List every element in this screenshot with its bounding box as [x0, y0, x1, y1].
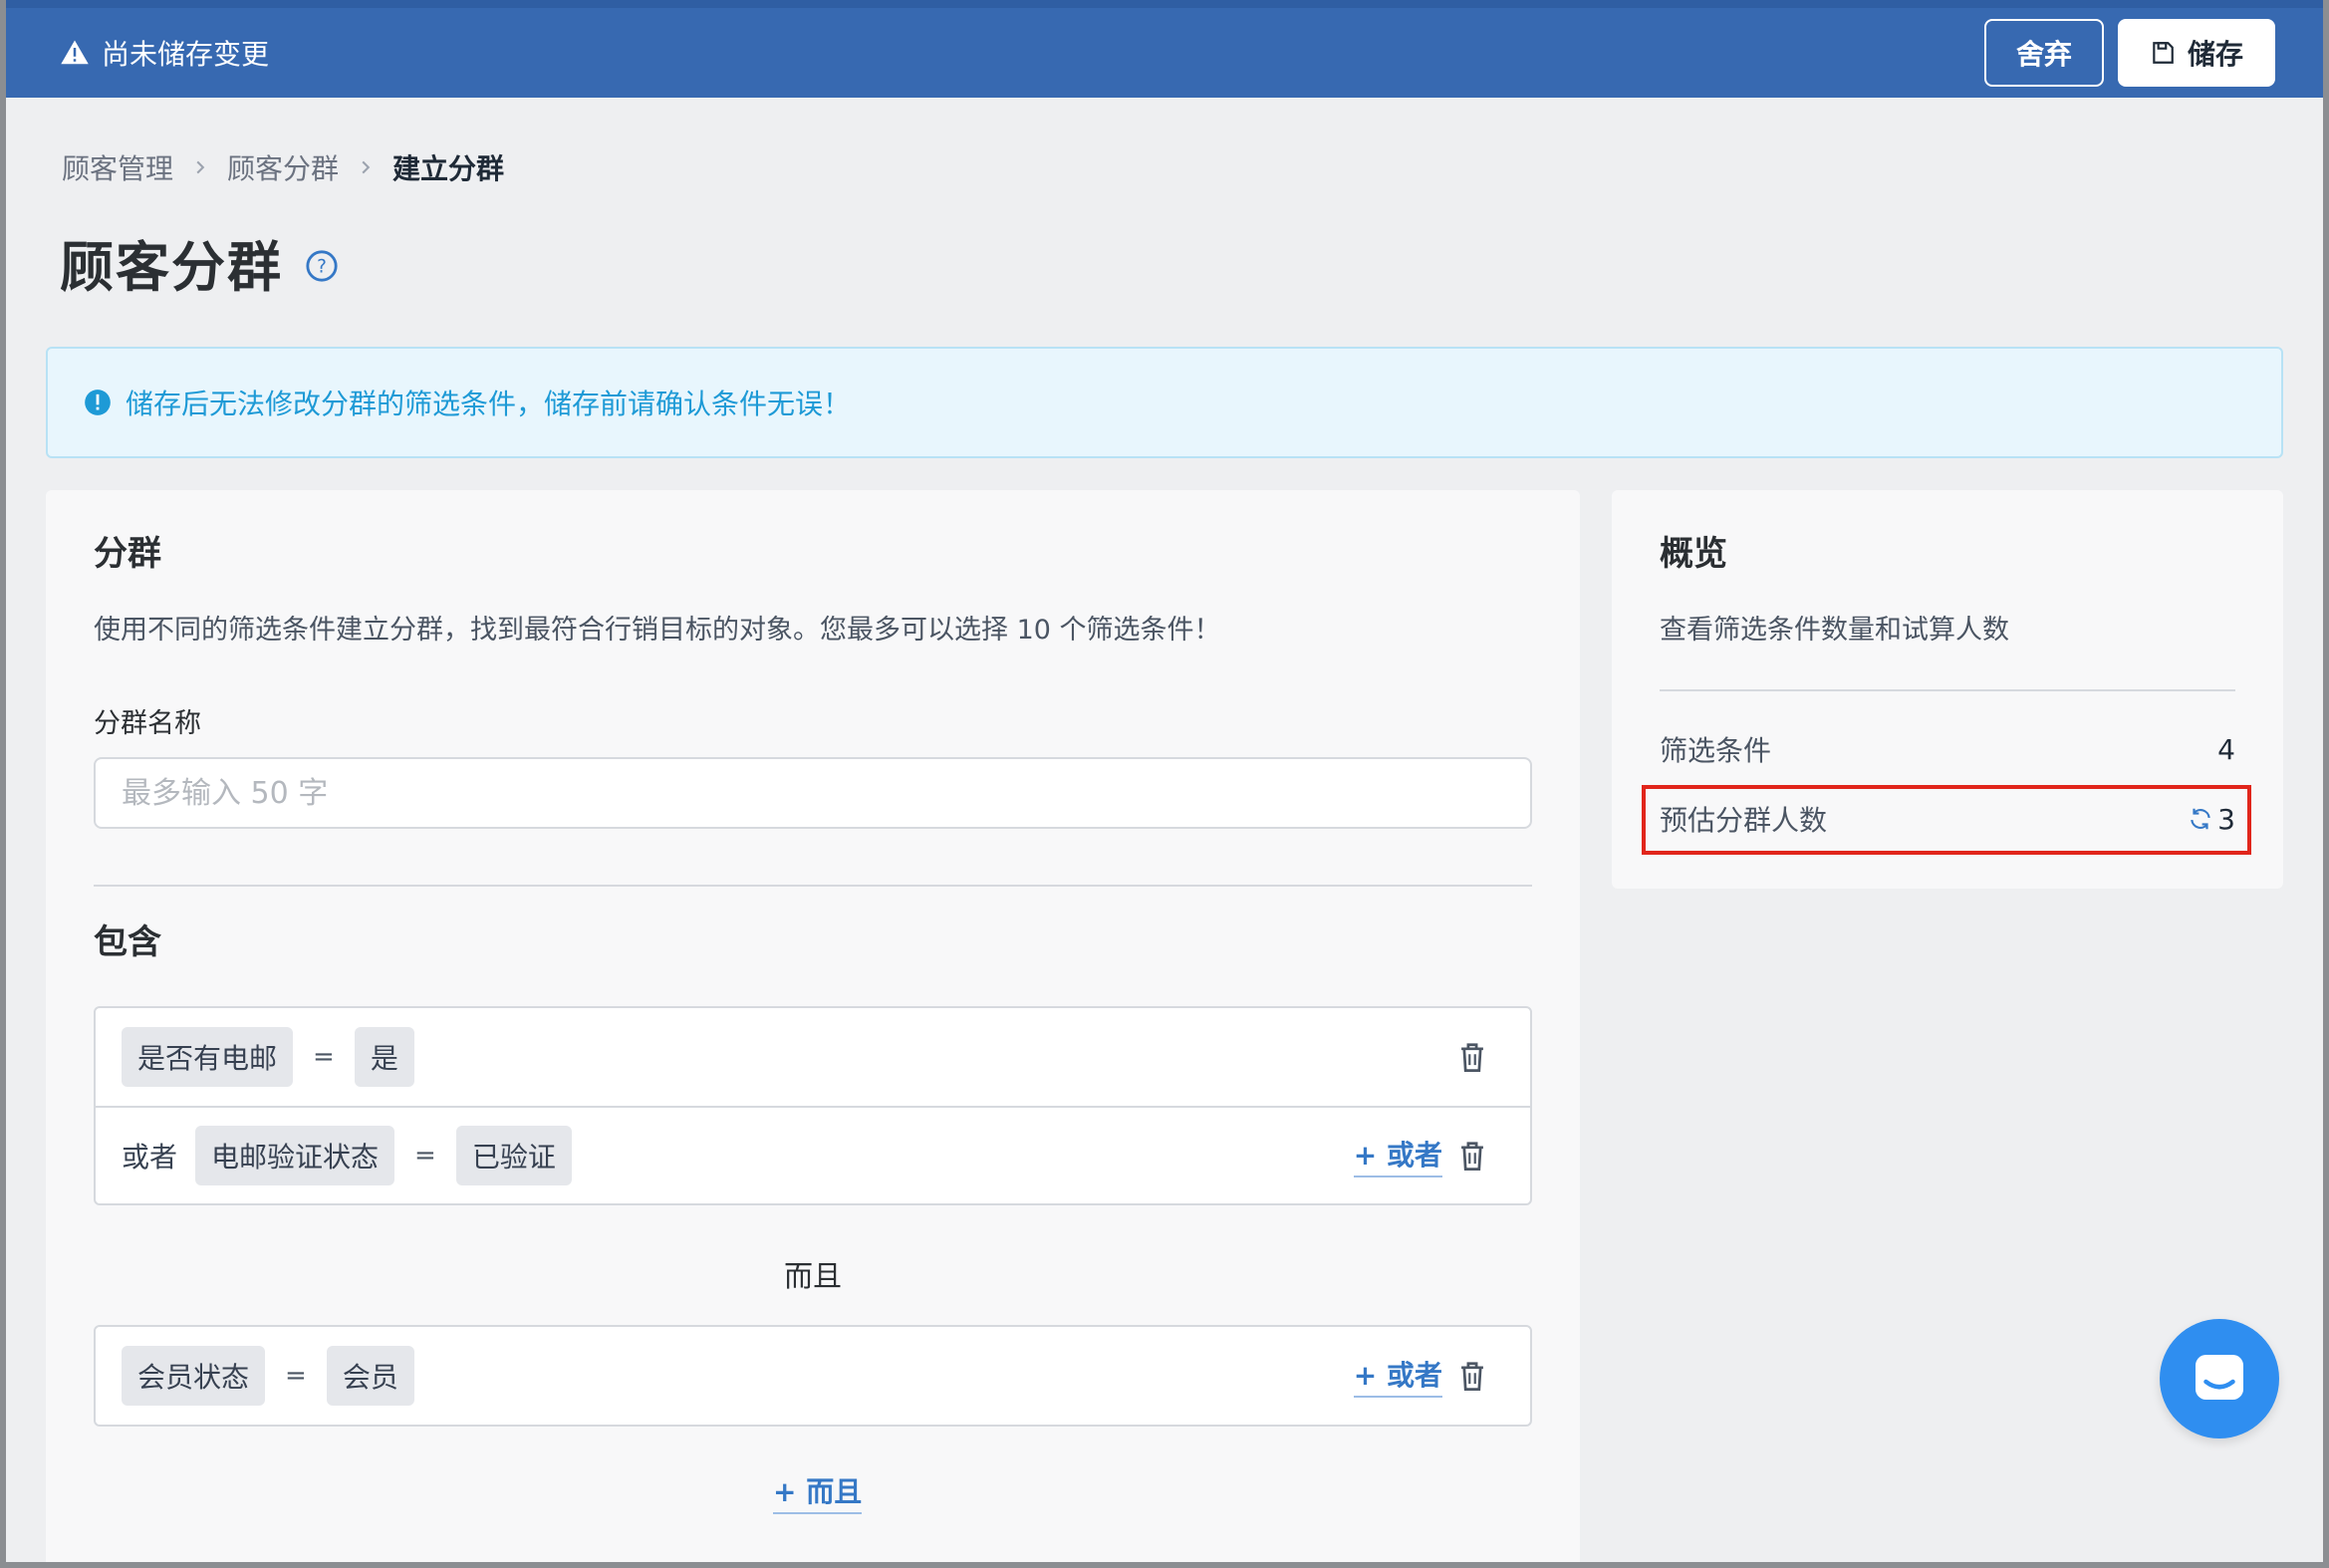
filter-count-label: 筛选条件	[1660, 734, 1772, 767]
banner-text: 储存后无法修改分群的筛选条件，储存前请确认条件无误！	[126, 388, 852, 420]
segment-title: 分群	[94, 534, 161, 574]
condition-group-1: 是否有电邮 = 是 或者 电邮验证状态 = 已验证 + 或者	[94, 1006, 1532, 1205]
page-title: 顾客分群	[60, 236, 283, 299]
chevron-right-icon	[196, 160, 205, 174]
include-title: 包含	[94, 922, 161, 962]
overview-title: 概览	[1660, 534, 1727, 574]
overview-description: 查看筛选条件数量和试算人数	[1660, 615, 2009, 646]
add-or-link[interactable]: + 或者	[1353, 1134, 1442, 1177]
overview-card: 概览 查看筛选条件数量和试算人数 筛选条件 4 预估分群人数 3	[1612, 490, 2283, 889]
trash-icon[interactable]	[1458, 1141, 1486, 1171]
condition-row: 会员状态 = 会员 + 或者	[96, 1327, 1530, 1425]
chevron-right-icon	[362, 160, 371, 174]
divider	[1660, 689, 2235, 691]
add-or-link[interactable]: + 或者	[1353, 1354, 1442, 1398]
unsaved-changes-bar: 尚未储存变更 舍弃 储存	[0, 0, 2329, 98]
segment-name-label: 分群名称	[94, 708, 201, 739]
add-and-link[interactable]: + 而且	[773, 1470, 863, 1514]
and-separator: 而且	[783, 1259, 842, 1293]
chat-icon	[2196, 1355, 2243, 1400]
segment-name-input[interactable]	[94, 757, 1532, 829]
condition-operator: =	[313, 1042, 335, 1072]
warning-icon	[61, 40, 89, 65]
discard-button[interactable]: 舍弃	[1983, 19, 2104, 87]
condition-value-tag[interactable]: 已验证	[455, 1126, 572, 1185]
save-label: 储存	[2187, 38, 2243, 71]
condition-row: 是否有电邮 = 是	[96, 1008, 1530, 1106]
condition-operator: =	[414, 1141, 436, 1171]
condition-operator: =	[285, 1361, 307, 1391]
segment-description: 使用不同的筛选条件建立分群，找到最符合行销目标的对象。您最多可以选择 10 个筛…	[94, 615, 1221, 646]
condition-field-tag[interactable]: 是否有电邮	[122, 1027, 294, 1087]
condition-value-tag[interactable]: 会员	[326, 1346, 414, 1406]
chat-button[interactable]	[2160, 1319, 2279, 1438]
filter-count-value: 4	[2217, 732, 2235, 766]
condition-group-2: 会员状态 = 会员 + 或者	[94, 1325, 1532, 1427]
trash-icon[interactable]	[1458, 1042, 1486, 1072]
save-icon	[2153, 42, 2174, 64]
info-banner: 储存后无法修改分群的筛选条件，储存前请确认条件无误！	[46, 347, 2283, 458]
help-icon[interactable]: ?	[305, 249, 339, 283]
estimate-highlight-box	[1642, 785, 2251, 855]
breadcrumb-create-segment: 建立分群	[392, 152, 505, 185]
condition-value-tag[interactable]: 是	[354, 1027, 414, 1087]
trash-icon[interactable]	[1458, 1361, 1486, 1391]
overview-filter-count-row: 筛选条件 4	[1660, 729, 2235, 769]
info-icon	[85, 390, 111, 415]
svg-text:?: ?	[317, 256, 327, 277]
breadcrumb: 顾客管理 顾客分群 建立分群	[62, 147, 504, 187]
breadcrumb-customer-segments[interactable]: 顾客分群	[227, 147, 339, 187]
condition-field-tag[interactable]: 电邮验证状态	[195, 1126, 395, 1185]
unsaved-notice: 尚未储存变更	[60, 33, 269, 73]
or-prefix-label: 或者	[122, 1141, 178, 1174]
unsaved-text: 尚未储存变更	[102, 38, 270, 71]
save-button[interactable]: 储存	[2117, 19, 2275, 87]
breadcrumb-customer-management[interactable]: 顾客管理	[62, 147, 173, 187]
condition-row: 或者 电邮验证状态 = 已验证 + 或者	[96, 1106, 1530, 1203]
segment-card: 分群 使用不同的筛选条件建立分群，找到最符合行销目标的对象。您最多可以选择 10…	[46, 490, 1580, 1568]
divider	[94, 885, 1532, 887]
condition-field-tag[interactable]: 会员状态	[122, 1346, 266, 1406]
